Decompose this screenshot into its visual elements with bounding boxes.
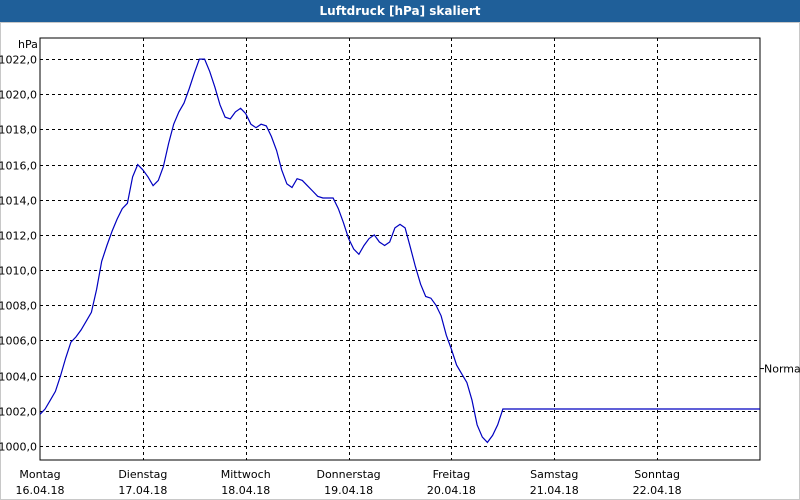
x-tick-day: Mittwoch — [221, 468, 271, 481]
y-tick-label: 1020,0 — [0, 89, 37, 102]
x-tick-date: 21.04.18 — [530, 484, 579, 497]
x-tick-date: 16.04.18 — [16, 484, 65, 497]
x-tick-day: Sonntag — [634, 468, 680, 481]
x-tick-day: Freitag — [433, 468, 471, 481]
x-tick-date: 22.04.18 — [633, 484, 682, 497]
x-axis-ticks: Montag 16.04.18 Dienstag 17.04.18 Mittwoch 18… — [16, 468, 682, 497]
x-tick-day: Donnerstag — [316, 468, 380, 481]
y-tick-label: 1010,0 — [0, 265, 37, 278]
y-tick-label: 1004,0 — [0, 371, 37, 384]
x-tick-date: 17.04.18 — [118, 484, 167, 497]
x-tick-date: 19.04.18 — [324, 484, 373, 497]
x-tick-day: Samstag — [530, 468, 578, 481]
y-tick-label: 1022,0 — [0, 54, 37, 67]
y-tick-label: 1014,0 — [0, 195, 37, 208]
y-tick-label: 1016,0 — [0, 160, 37, 173]
pressure-line — [39, 58, 760, 444]
y-tick-label: 1018,0 — [0, 124, 37, 137]
x-tick-date: 20.04.18 — [427, 484, 476, 497]
y-tick-label: 1008,0 — [0, 300, 37, 313]
x-tick-date: 18.04.18 — [221, 484, 270, 497]
y-tick-label: 1002,0 — [0, 406, 37, 419]
x-tick-day: Dienstag — [118, 468, 167, 481]
grid-layer — [39, 37, 761, 461]
series-layer — [39, 58, 760, 444]
y-axis-ticks: 1000,0 1002,0 1004,0 1006,0 1008,0 1010,0 1012… — [0, 54, 37, 454]
y-tick-label: 1000,0 — [0, 441, 37, 454]
x-tick-day: Montag — [19, 468, 60, 481]
y-tick-label: 1006,0 — [0, 335, 37, 348]
plot-frame — [39, 37, 761, 461]
reference-layer: Normal — [760, 363, 800, 376]
y-axis-label: hPa — [18, 38, 38, 51]
y-tick-label: 1012,0 — [0, 230, 37, 243]
pressure-chart: 1000,0 1002,0 1004,0 1006,0 1008,0 1010,0 1012… — [0, 37, 800, 497]
normal-label: Normal — [764, 363, 800, 376]
